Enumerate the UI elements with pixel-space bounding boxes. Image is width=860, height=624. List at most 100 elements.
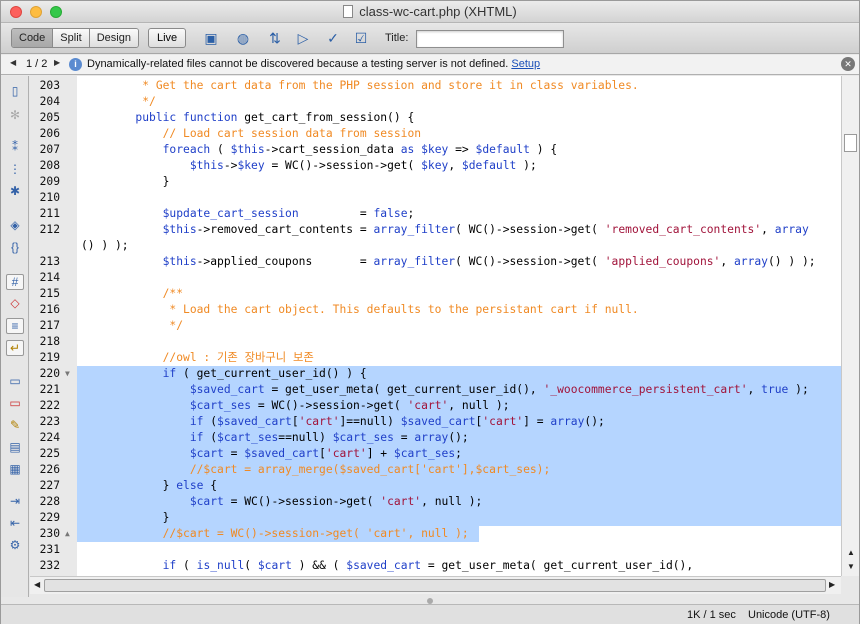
code-line[interactable]: 218 xyxy=(30,334,841,350)
code-line[interactable]: 215 /** xyxy=(30,286,841,302)
line-number: 232 xyxy=(39,559,60,572)
format-source-icon[interactable]: ⚙ xyxy=(6,538,24,554)
recent-snippets-icon[interactable]: ▤ xyxy=(6,440,24,456)
split-view-button[interactable]: Split xyxy=(53,29,90,47)
syntax-coloring-icon[interactable]: ≡ xyxy=(6,318,24,334)
code-line[interactable]: 226 //$cart = array_merge($saved_cart['c… xyxy=(30,462,841,478)
code-line[interactable]: 221 $saved_cart = get_user_meta( get_cur… xyxy=(30,382,841,398)
code-line[interactable]: 224 if ($cart_ses==null) $cart_ses = arr… xyxy=(30,430,841,446)
move-css-icon[interactable]: ▦ xyxy=(6,462,24,478)
line-numbers-icon[interactable]: # xyxy=(6,274,24,290)
code-line[interactable]: 204 */ xyxy=(30,94,841,110)
code-token: if xyxy=(81,367,184,380)
code-token: [ xyxy=(319,447,326,460)
code-token: else xyxy=(176,479,211,492)
code-token: array xyxy=(774,223,809,236)
close-infobar-icon[interactable]: ✕ xyxy=(841,57,855,71)
code-line[interactable]: 219 //owl : 기존 장바구니 보존 xyxy=(30,350,841,366)
fold-end-icon[interactable]: ▲ xyxy=(65,526,70,542)
view-switcher: Code Split Design xyxy=(11,28,139,48)
scroll-down-icon[interactable]: ▼ xyxy=(847,562,855,571)
vertical-scrollbar[interactable]: ▲ ▼ xyxy=(841,76,859,576)
check-browser-compat-icon[interactable]: ☑ xyxy=(351,30,371,48)
code-line[interactable]: 216 * Load the cart object. This default… xyxy=(30,302,841,318)
code-token: false xyxy=(373,207,408,220)
code-token: [ xyxy=(291,415,299,428)
code-line[interactable]: 231 xyxy=(30,542,841,558)
code-line[interactable]: 212 $this->removed_cart_contents = array… xyxy=(30,222,841,238)
refresh-design-view-icon[interactable]: ⇅ xyxy=(265,30,285,48)
fold-start-icon[interactable]: ▼ xyxy=(65,366,70,382)
code-line[interactable]: () ) ); xyxy=(30,238,841,254)
code-line[interactable]: 214 xyxy=(30,270,841,286)
editor-window: class-wc-cart.php (XHTML) Code Split Des… xyxy=(0,0,860,624)
code-line[interactable]: 205 public function get_cart_from_sessio… xyxy=(30,110,841,126)
globe-preview-icon[interactable]: ◍ xyxy=(233,30,253,48)
code-line[interactable]: 223 if ($saved_cart['cart']==null) $save… xyxy=(30,414,841,430)
code-text: $this->$key = WC()->session->get( $key, … xyxy=(81,158,537,174)
horizontal-scroll-thumb[interactable] xyxy=(44,579,826,592)
line-number: 226 xyxy=(39,463,60,476)
code-line[interactable]: 207 foreach ( $this->cart_session_data a… xyxy=(30,142,841,158)
info-message-text: Dynamically-related files cannot be disc… xyxy=(87,58,509,70)
design-view-button[interactable]: Design xyxy=(89,29,138,47)
code-text: $saved_cart = get_user_meta( get_current… xyxy=(81,382,809,398)
scroll-right-icon[interactable]: ▶ xyxy=(829,580,835,589)
encoding: Unicode (UTF-8) xyxy=(748,609,830,621)
code-line[interactable]: 209 } xyxy=(30,174,841,190)
setup-link[interactable]: Setup xyxy=(511,58,540,70)
select-parent-tag-icon[interactable]: ◈ xyxy=(6,218,24,234)
line-number: 217 xyxy=(39,319,60,332)
scroll-up-icon[interactable]: ▲ xyxy=(847,548,855,557)
outdent-code-icon[interactable]: ⇤ xyxy=(6,516,24,532)
wrap-tag-icon[interactable]: ✎ xyxy=(6,418,24,434)
remove-comment-icon[interactable]: ▭ xyxy=(6,396,24,412)
code-line[interactable]: 229 } xyxy=(30,510,841,526)
code-line[interactable]: 222 $cart_ses = WC()->session->get( 'car… xyxy=(30,398,841,414)
code-line[interactable]: 217 */ xyxy=(30,318,841,334)
open-documents-icon[interactable]: ▯ xyxy=(6,84,24,100)
code-token: // Load cart session data from session xyxy=(81,127,422,140)
window-title-text: class-wc-cart.php (XHTML) xyxy=(359,4,517,19)
code-line[interactable]: 230 ▲ //$cart = WC()->session->get( 'cart… xyxy=(30,526,841,542)
collapse-full-tag-icon[interactable]: ⁑ xyxy=(6,140,24,156)
horizontal-scrollbar[interactable]: ◀ ▶ xyxy=(30,576,841,594)
show-code-navigator-icon[interactable]: ✻ xyxy=(6,108,24,124)
title-input[interactable] xyxy=(416,30,564,48)
next-message-icon[interactable]: ▶ xyxy=(54,58,60,67)
code-line[interactable]: 213 $this->applied_coupons = array_filte… xyxy=(30,254,841,270)
file-management-icon[interactable]: ▣ xyxy=(201,30,221,48)
collapse-selection-icon[interactable]: ⋮ xyxy=(6,162,24,178)
code-line[interactable]: 208 $this->$key = WC()->session->get( $k… xyxy=(30,158,841,174)
indent-code-icon[interactable]: ⇥ xyxy=(6,494,24,510)
code-line[interactable]: 232 if ( is_null( $cart ) && ( $saved_ca… xyxy=(30,558,841,574)
expand-all-icon[interactable]: ✱ xyxy=(6,184,24,200)
scroll-left-icon[interactable]: ◀ xyxy=(34,580,40,589)
code-line[interactable]: 206 // Load cart session data from sessi… xyxy=(30,126,841,142)
code-token: 'cart' xyxy=(325,447,367,460)
code-line[interactable]: 225 $cart = $saved_cart['cart'] + $cart_… xyxy=(30,446,841,462)
word-wrap-icon[interactable]: ↵ xyxy=(6,340,24,356)
live-view-button[interactable]: Live xyxy=(148,28,187,48)
code-line[interactable]: 227 } else { xyxy=(30,478,841,494)
code-view-button[interactable]: Code xyxy=(12,29,54,47)
code-text: } xyxy=(81,174,170,190)
code-line[interactable]: 203 * Get the cart data from the PHP ses… xyxy=(30,78,841,94)
code-line[interactable]: 211 $update_cart_session = false; xyxy=(30,206,841,222)
code-token: $cart xyxy=(257,559,299,572)
validate-markup-icon[interactable]: ✓ xyxy=(323,30,343,48)
title-label: Title: xyxy=(385,32,409,44)
balance-braces-icon[interactable]: {} xyxy=(6,240,24,256)
code-token: array xyxy=(733,255,768,268)
prev-message-icon[interactable]: ◀ xyxy=(10,58,16,67)
highlight-invalid-code-icon[interactable]: ◇ xyxy=(6,296,24,312)
code-line[interactable]: 228 $cart = WC()->session->get( 'cart', … xyxy=(30,494,841,510)
code-text: // Load cart session data from session xyxy=(81,126,421,142)
code-editor[interactable]: 203 * Get the cart data from the PHP ses… xyxy=(30,76,841,576)
code-line[interactable]: 220 ▼ if ( get_current_user_id() ) { xyxy=(30,366,841,382)
vertical-scroll-thumb[interactable] xyxy=(844,134,857,152)
code-line[interactable]: 210 xyxy=(30,190,841,206)
visual-aids-icon[interactable]: ▷ xyxy=(293,30,313,48)
apply-comment-icon[interactable]: ▭ xyxy=(6,374,24,390)
line-number: 231 xyxy=(39,543,60,556)
